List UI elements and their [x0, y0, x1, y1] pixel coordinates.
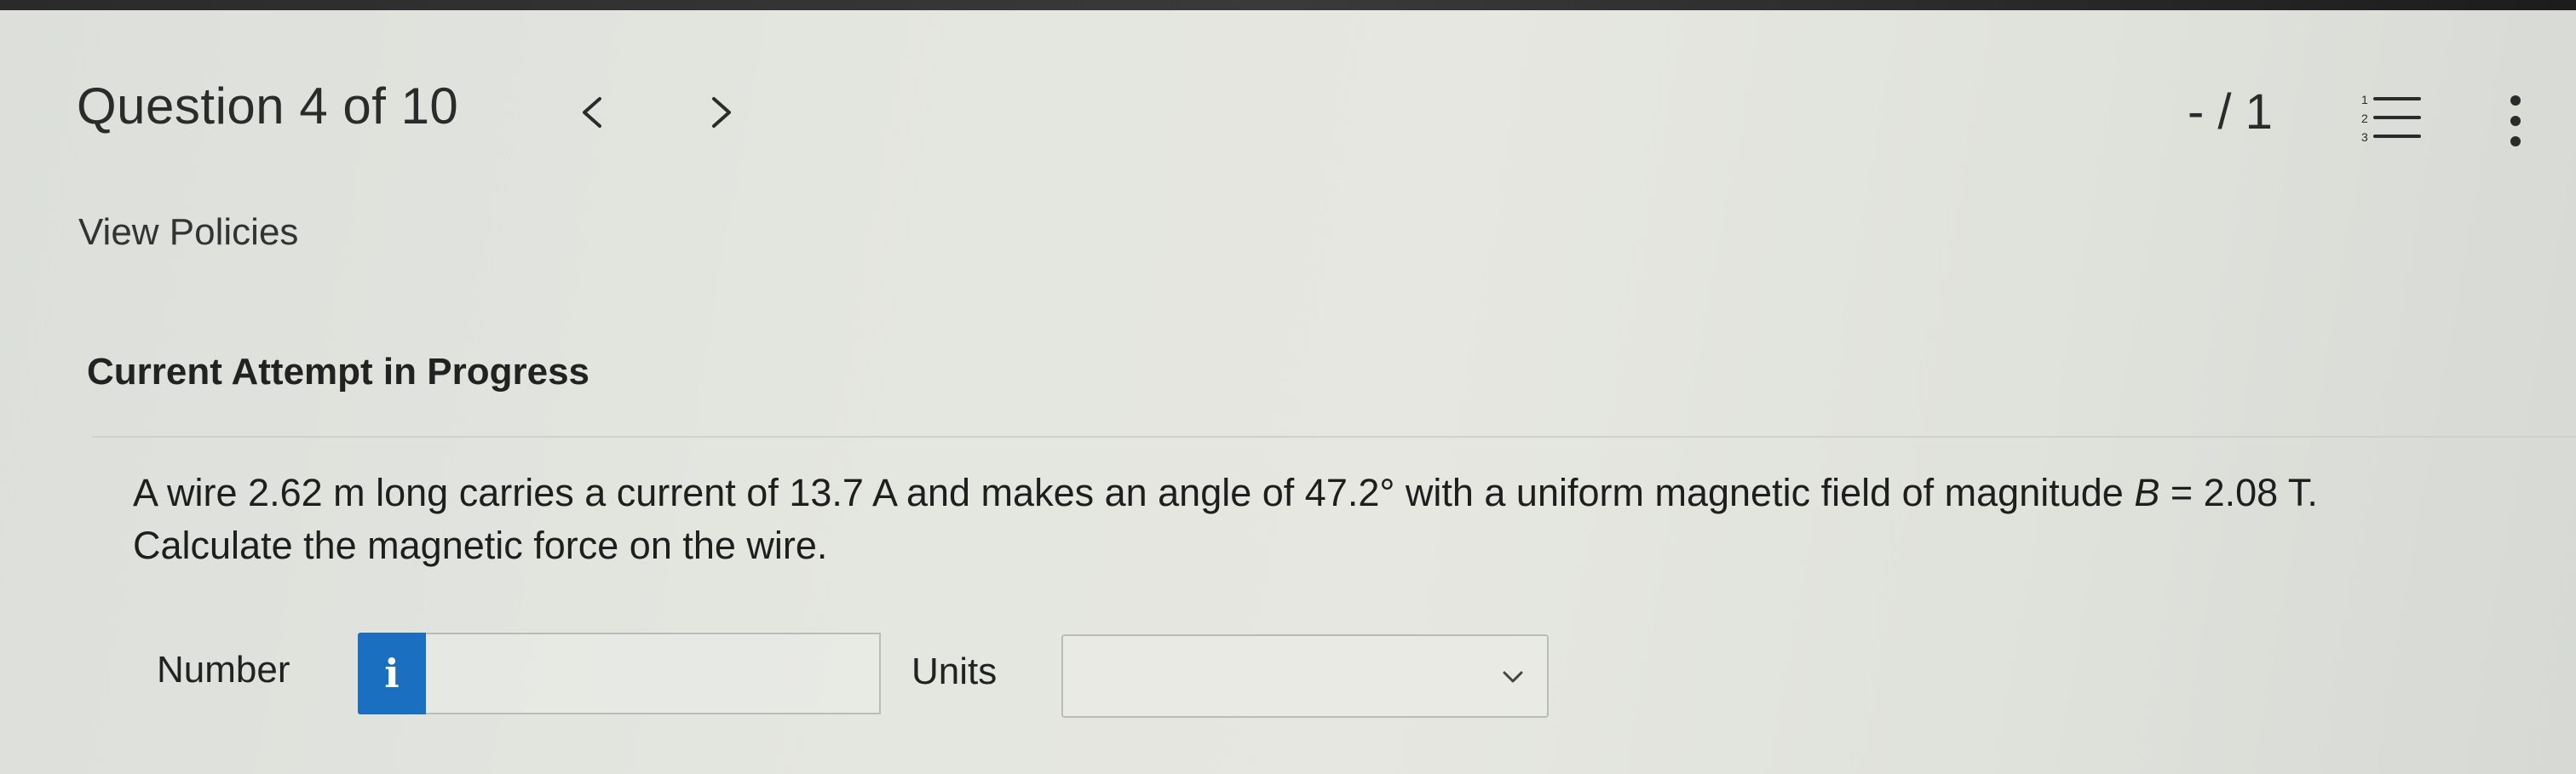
question-header: Question 4 of 10 - / 1 1 2 3 — [0, 10, 2576, 206]
more-options-button[interactable] — [2503, 92, 2528, 152]
question-line-1-start: A wire 2.62 m long carries a current of … — [133, 471, 2135, 514]
next-question-button[interactable] — [700, 87, 743, 138]
question-line-1-end: = 2.08 T. — [2159, 471, 2318, 514]
numbered-list-icon: 1 2 3 — [2361, 93, 2421, 144]
chevron-right-icon — [712, 97, 731, 128]
info-button[interactable]: i — [358, 633, 426, 714]
svg-text:1: 1 — [2361, 93, 2368, 106]
top-window-strip — [0, 0, 2576, 10]
units-label: Units — [911, 651, 998, 692]
question-list-button[interactable]: 1 2 3 — [2360, 89, 2423, 146]
question-prompt: A wire 2.62 m long carries a current of … — [133, 467, 2484, 572]
number-input[interactable] — [426, 633, 881, 714]
section-divider — [92, 436, 2576, 438]
chevron-left-icon — [583, 97, 601, 128]
question-line-1: A wire 2.62 m long carries a current of … — [133, 467, 2484, 519]
question-title: Question 4 of 10 — [77, 77, 459, 135]
info-icon: i — [384, 651, 400, 697]
question-score: - / 1 — [2188, 84, 2273, 140]
chevron-down-icon — [1503, 671, 1523, 683]
svg-text:3: 3 — [2361, 130, 2368, 144]
svg-text:2: 2 — [2361, 112, 2368, 125]
view-policies-link[interactable]: View Policies — [78, 211, 298, 254]
previous-question-button[interactable] — [571, 87, 613, 138]
more-vertical-icon — [2510, 95, 2521, 146]
number-label: Number — [157, 649, 290, 691]
question-line-2: Calculate the magnetic force on the wire… — [133, 524, 828, 567]
variable-b: B — [2134, 471, 2160, 514]
units-select[interactable] — [1061, 634, 1549, 718]
attempt-status: Current Attempt in Progress — [87, 351, 590, 393]
